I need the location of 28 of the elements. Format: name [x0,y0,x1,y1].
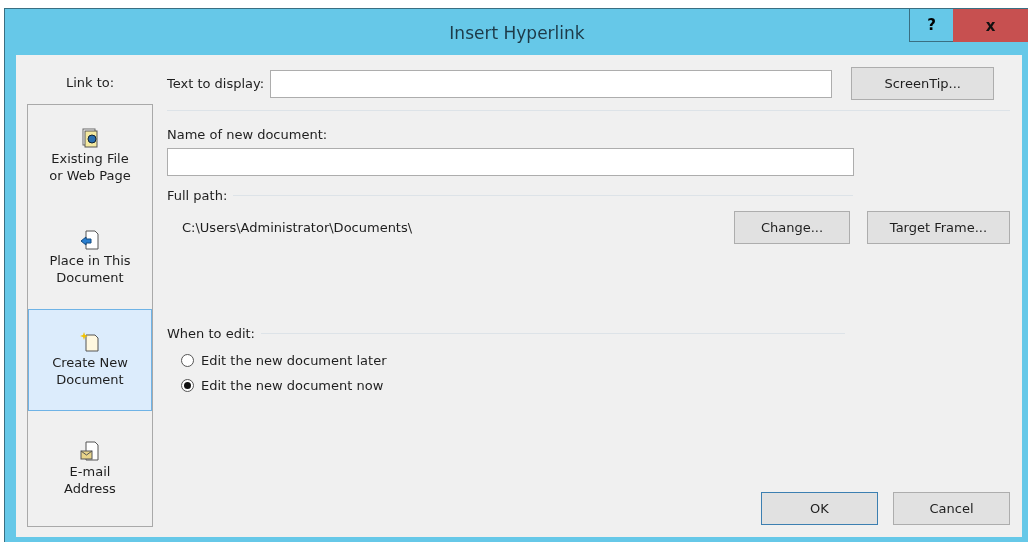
document-name-field[interactable] [167,148,854,176]
link-to-label: Link to: [64,74,116,92]
link-type-button[interactable]: Existing File or Web Page [28,105,152,207]
name-of-new-document-label: Name of new document: [167,126,329,142]
window-title: Insert Hyperlink [448,22,586,43]
cancel-button[interactable]: Cancel [893,492,1010,525]
when-to-edit-label: When to edit: [167,326,255,341]
full-path-label: Full path: [167,188,228,203]
ok-button[interactable]: OK [761,492,878,525]
change-button[interactable]: Change... [734,211,850,244]
radio-button[interactable] [181,354,194,367]
new-document-icon [80,331,100,354]
text-to-display-label: Text to display: [167,76,265,91]
help-button[interactable]: ? [909,9,953,42]
link-type-button[interactable]: Place in This Document [28,207,152,309]
link-type-button[interactable]: E-mail Address [28,411,152,526]
full-path-text: C:\Users\Administrator\Documents\ [181,220,414,235]
radio-label[interactable]: Edit the new document later [201,353,387,368]
radio-label[interactable]: Edit the new document now [201,378,384,393]
text-to-display-field[interactable] [270,69,833,98]
document-envelope-icon [80,439,100,462]
close-button[interactable]: x [953,9,1028,42]
target-frame-button[interactable]: Target Frame... [867,211,1010,244]
document-arrow-icon [80,229,100,252]
screentip-button[interactable]: ScreenTip... [851,67,995,100]
radio-button[interactable] [181,379,194,392]
link-type-button[interactable]: Create New Document [28,309,152,411]
document-globe-icon [80,127,100,150]
